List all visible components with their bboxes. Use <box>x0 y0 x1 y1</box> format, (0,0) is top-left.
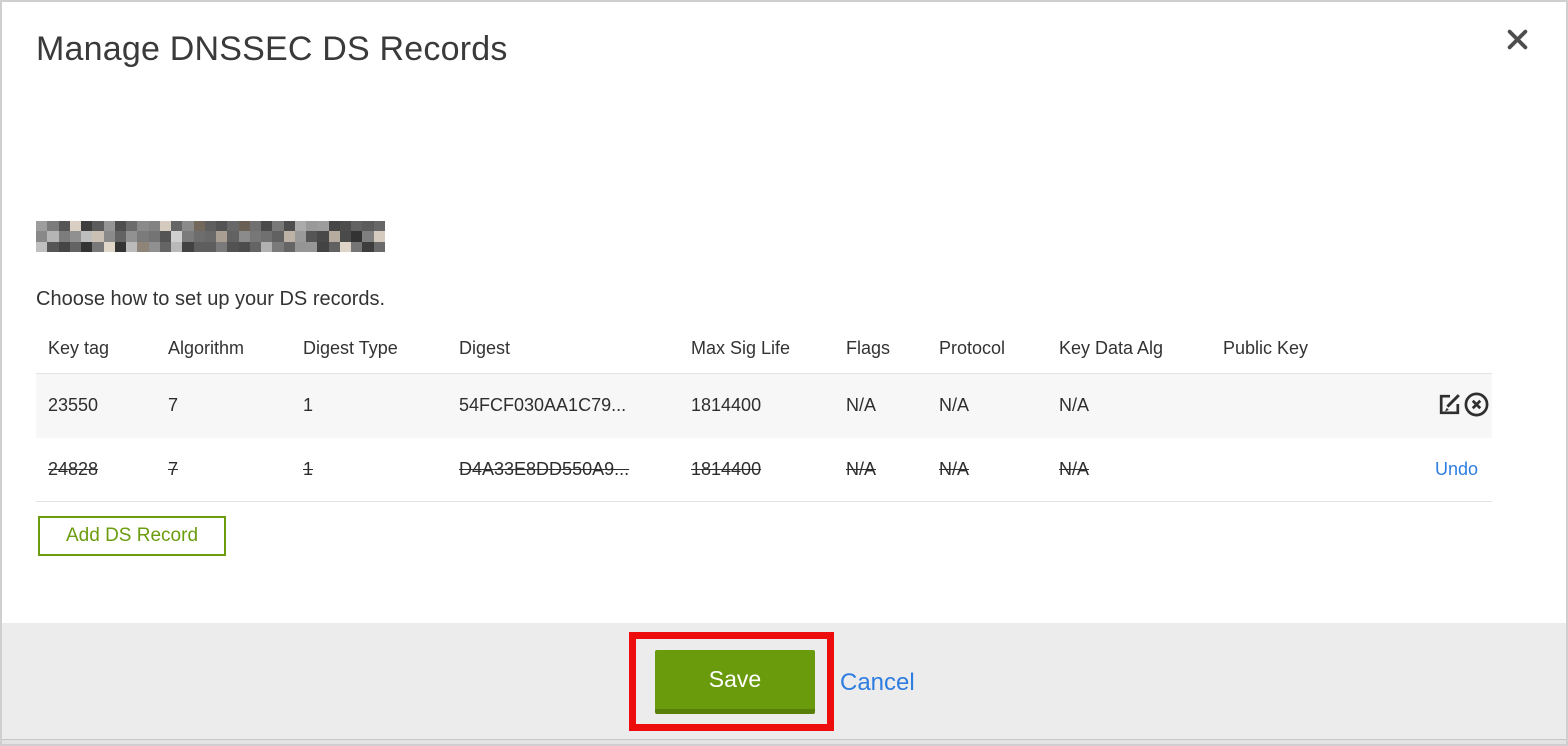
undo-link[interactable]: Undo <box>1435 459 1490 479</box>
col-header-flags: Flags <box>846 338 891 358</box>
cell-flags: N/A <box>846 395 877 416</box>
cell-digest-type: 1 <box>303 395 314 416</box>
cell-algorithm: 7 <box>168 395 179 416</box>
cancel-link[interactable]: Cancel <box>840 669 915 697</box>
ds-records-table: Key tag Algorithm Digest Type Digest Max… <box>36 330 1492 502</box>
redacted-domain <box>36 221 385 252</box>
close-icon <box>1504 26 1531 56</box>
close-button[interactable] <box>1500 24 1534 58</box>
cell-key-data-alg: N/A <box>1059 395 1090 416</box>
edit-icon <box>1436 393 1463 421</box>
table-row: 23550 7 1 54FCF030AA1C79... 1814400 N/A … <box>36 373 1492 438</box>
subtitle-text: Choose how to set up your DS records. <box>36 288 386 310</box>
cell-max-sig-life: 1814400 <box>691 395 762 416</box>
cell-digest-type: 1 <box>303 458 314 479</box>
save-button[interactable]: Save <box>655 650 815 714</box>
col-header-max-sig-life: Max Sig Life <box>691 338 791 358</box>
cell-key-tag: 23550 <box>48 395 99 416</box>
col-header-digest: Digest <box>459 338 511 358</box>
manage-dnssec-dialog: Manage DNSSEC DS Records Choose how to s… <box>0 0 1568 746</box>
cell-key-data-alg: N/A <box>1059 458 1090 479</box>
page-title: Manage DNSSEC DS Records <box>36 30 508 68</box>
delete-record-button[interactable] <box>1463 391 1490 421</box>
cell-max-sig-life: 1814400 <box>691 458 762 479</box>
bottom-divider <box>2 739 1566 744</box>
cell-protocol: N/A <box>939 458 970 479</box>
col-header-digest-type: Digest Type <box>303 338 398 358</box>
cell-digest: D4A33E8DD550A9... <box>459 458 630 479</box>
add-ds-record-button[interactable]: Add DS Record <box>38 516 227 556</box>
cell-protocol: N/A <box>939 395 970 416</box>
table-row-marked-for-deletion: 24828 7 1 D4A33E8DD550A9... 1814400 N/A … <box>36 437 1492 502</box>
cell-algorithm: 7 <box>168 458 179 479</box>
cell-digest: 54FCF030AA1C79... <box>459 395 627 416</box>
col-header-actions <box>1341 330 1492 374</box>
col-header-key-tag: Key tag <box>48 338 110 358</box>
col-header-key-data-alg: Key Data Alg <box>1059 338 1164 358</box>
cell-key-tag: 24828 <box>48 458 99 479</box>
col-header-algorithm: Algorithm <box>168 338 245 358</box>
edit-record-button[interactable] <box>1436 391 1463 421</box>
col-header-public-key: Public Key <box>1223 338 1309 358</box>
table-header-row: Key tag Algorithm Digest Type Digest Max… <box>36 330 1492 374</box>
remove-circle-icon <box>1463 392 1490 421</box>
col-header-protocol: Protocol <box>939 338 1006 358</box>
cell-flags: N/A <box>846 458 877 479</box>
